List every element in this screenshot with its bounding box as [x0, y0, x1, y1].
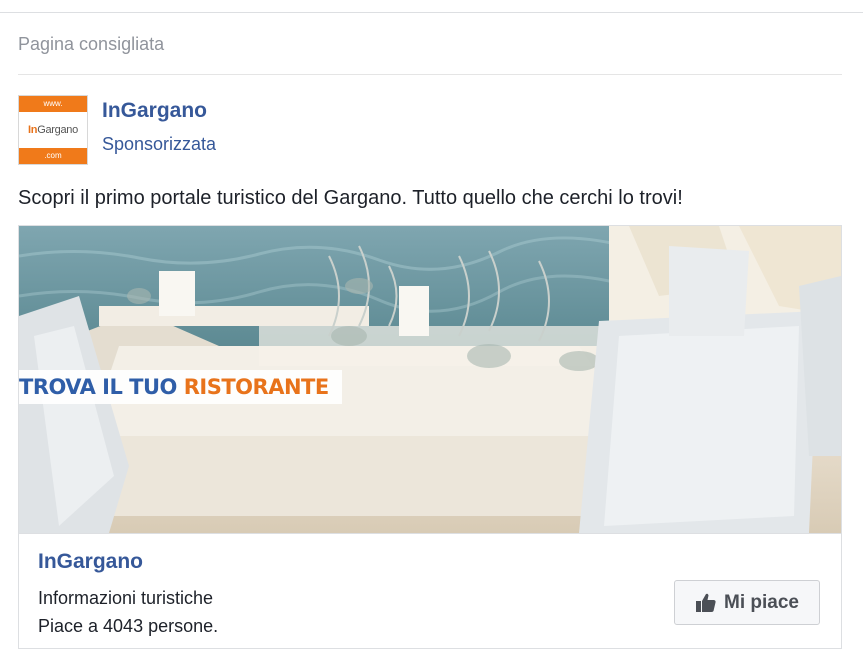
thumbs-up-icon — [695, 592, 717, 614]
logo-brand-prefix: In — [28, 124, 38, 136]
section-title: Pagina consigliata — [18, 34, 165, 54]
logo-brand-suffix: Gargano — [37, 124, 78, 136]
recommended-page-card: Pagina consigliata www. In Gargano .com I… — [0, 0, 863, 656]
footer-likes-count: Piace a 4043 persone. — [38, 616, 219, 636]
footer-category: Informazioni turistiche — [38, 588, 214, 608]
promo-banner: TROVA IL TUO RISTORANTE — [19, 370, 342, 404]
banner-text-blue: TROVA IL TUO — [19, 375, 184, 399]
footer-page-name-link[interactable]: InGargano — [38, 550, 143, 574]
page-name-link[interactable]: InGargano — [102, 99, 207, 123]
post-text: Scopri il primo portale turistico del Ga… — [18, 187, 683, 209]
ad-footer: InGargano Informazioni turistiche Piace … — [19, 533, 841, 648]
section-divider — [18, 74, 842, 75]
top-divider — [0, 12, 863, 13]
logo-brand: In Gargano — [19, 112, 87, 148]
sponsored-link[interactable]: Sponsorizzata — [102, 134, 216, 155]
ad-image[interactable]: TROVA IL TUO RISTORANTE — [19, 226, 841, 533]
ad-attachment[interactable]: TROVA IL TUO RISTORANTE InGargano Inform… — [18, 225, 842, 649]
like-page-button[interactable]: Mi piace — [674, 580, 820, 625]
logo-bottom-text: .com — [19, 148, 87, 164]
banner-text-orange: RISTORANTE — [183, 375, 329, 399]
page-avatar[interactable]: www. In Gargano .com — [18, 95, 88, 165]
like-button-label: Mi piace — [724, 591, 799, 613]
logo-top-text: www. — [19, 96, 87, 112]
